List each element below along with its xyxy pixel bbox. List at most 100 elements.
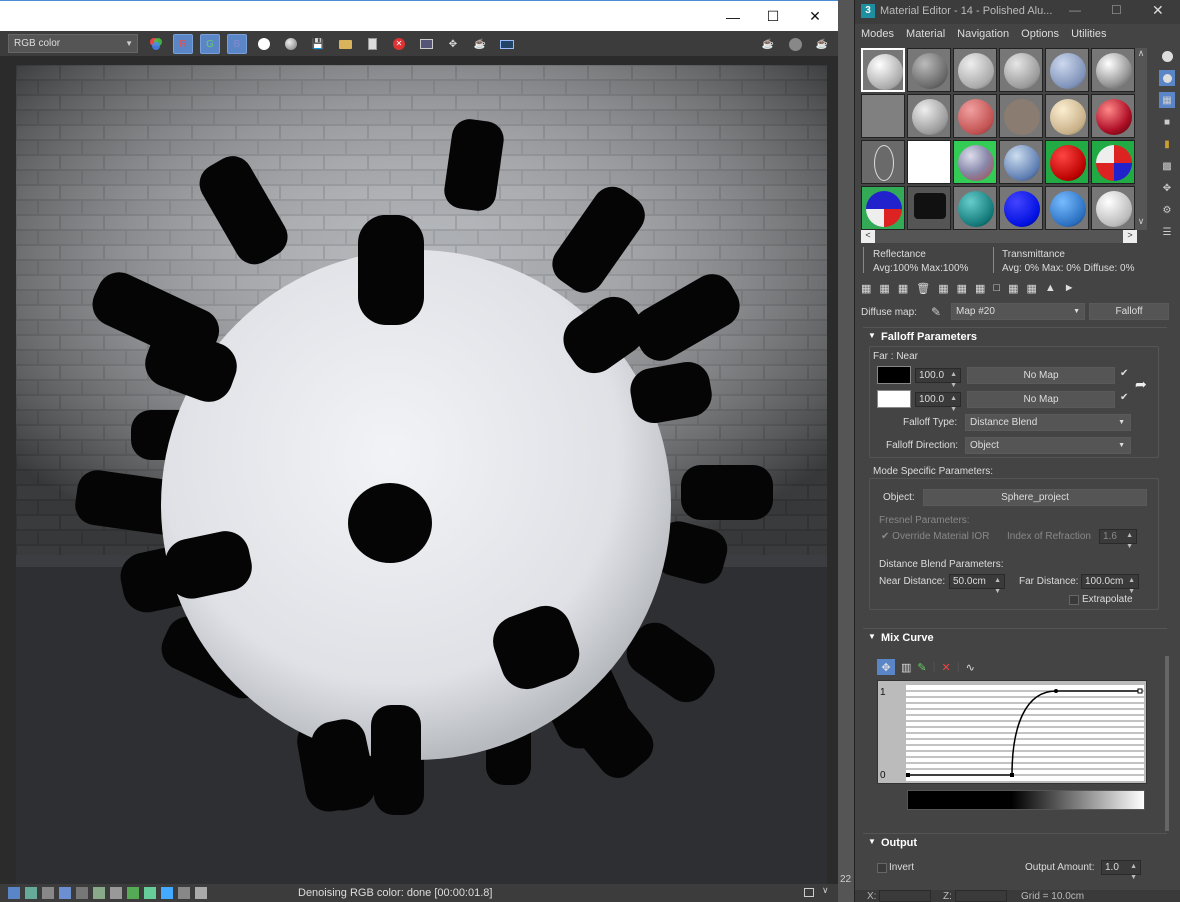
sample-slot[interactable]: [1091, 94, 1135, 138]
white-circle-icon[interactable]: [254, 34, 274, 54]
menu-utilities[interactable]: Utilities: [1065, 24, 1112, 44]
sample-slot[interactable]: [1045, 48, 1089, 92]
frame-buffer-icon[interactable]: [497, 34, 517, 54]
sample-slot[interactable]: [1091, 140, 1135, 184]
far-map-button[interactable]: No Map: [967, 367, 1115, 384]
chevron-left-icon[interactable]: <: [861, 230, 875, 243]
stats-icon[interactable]: [25, 887, 37, 899]
exposure-icon[interactable]: [127, 887, 139, 899]
show-map-icon[interactable]: ▦: [1008, 282, 1018, 295]
menu-navigation[interactable]: Navigation: [951, 24, 1015, 44]
blue-channel-button[interactable]: B: [227, 34, 247, 54]
ior-spinner[interactable]: 1.6 ▲ ▼: [1099, 529, 1137, 550]
preview-icon[interactable]: ▩: [1159, 158, 1175, 174]
move-point-icon[interactable]: ✥: [877, 659, 895, 675]
color-correct-icon[interactable]: [59, 887, 71, 899]
far-distance-spinner[interactable]: 100.0cm ▲ ▼: [1081, 574, 1139, 595]
chevron-down-icon[interactable]: ∨: [1135, 216, 1147, 228]
color-channels-icon[interactable]: [146, 34, 166, 54]
extrapolate-checkbox[interactable]: [1069, 595, 1079, 605]
unique-icon[interactable]: ▦: [957, 282, 967, 295]
video-check-icon[interactable]: ▮: [1159, 136, 1175, 152]
map-navigator-icon[interactable]: ☰: [1159, 224, 1175, 240]
sample-slot[interactable]: [999, 48, 1043, 92]
show-end-icon[interactable]: ▦: [1026, 282, 1036, 295]
near-map-check-icon[interactable]: ✔: [1120, 392, 1128, 403]
track-icon[interactable]: [178, 887, 190, 899]
far-amount-spinner[interactable]: 100.0 ▲ ▼: [915, 368, 961, 389]
menu-modes[interactable]: Modes: [855, 24, 900, 44]
z-coordinate-field[interactable]: [955, 890, 1007, 902]
maximize-button[interactable]: ☐: [1111, 3, 1122, 17]
output-amount-spinner[interactable]: 1.0 ▲ ▼: [1101, 860, 1141, 881]
layers-icon[interactable]: [8, 887, 20, 899]
sample-slot[interactable]: [953, 48, 997, 92]
sample-slot[interactable]: [999, 94, 1043, 138]
sample-slot[interactable]: [999, 186, 1043, 230]
maximize-button[interactable]: ☐: [750, 1, 796, 32]
clipboard-icon[interactable]: [362, 34, 382, 54]
chevron-right-icon[interactable]: >: [1123, 230, 1137, 243]
render-viewport[interactable]: [16, 65, 827, 884]
near-distance-spinner[interactable]: 50.0cm ▲ ▼: [949, 574, 1005, 595]
open-folder-icon[interactable]: [335, 34, 355, 54]
near-color-swatch[interactable]: [877, 390, 911, 408]
sample-type-icon[interactable]: [1159, 48, 1175, 64]
history-icon[interactable]: [42, 887, 54, 899]
rollout-scrollbar[interactable]: [1165, 656, 1169, 831]
sample-slot[interactable]: [1045, 94, 1089, 138]
sample-slot[interactable]: [1045, 186, 1089, 230]
teapot-icon[interactable]: ☕: [812, 34, 832, 54]
tiling-icon[interactable]: ■: [1159, 114, 1175, 130]
invert-checkbox[interactable]: [877, 863, 887, 873]
delete-icon[interactable]: 🗑: [916, 282, 930, 295]
green-channel-button[interactable]: G: [200, 34, 220, 54]
get-material-icon[interactable]: ▦: [861, 282, 871, 295]
levels-icon[interactable]: [76, 887, 88, 899]
go-parent-icon[interactable]: ▲: [1045, 282, 1056, 294]
go-sibling-icon[interactable]: ►: [1064, 282, 1075, 294]
sample-slot[interactable]: [1091, 186, 1135, 230]
slots-scrollbar[interactable]: ∧ ∨: [1135, 48, 1147, 230]
close-button[interactable]: ✕: [792, 1, 838, 32]
falloff-rollout-header[interactable]: ▼ Falloff Parameters: [863, 327, 1167, 345]
far-color-swatch[interactable]: [877, 366, 911, 384]
red-channel-button[interactable]: R: [173, 34, 193, 54]
minimize-button[interactable]: —: [1069, 3, 1081, 17]
menu-options[interactable]: Options: [1015, 24, 1065, 44]
stamp-icon[interactable]: [144, 887, 156, 899]
sample-slot[interactable]: [953, 186, 997, 230]
chevron-up-icon[interactable]: ∧: [1135, 48, 1147, 60]
mix-curve-rollout-header[interactable]: ▼ Mix Curve: [863, 628, 1167, 646]
sample-slot[interactable]: [953, 140, 997, 184]
backlight-icon[interactable]: [1159, 70, 1175, 86]
compare-icon[interactable]: [161, 887, 173, 899]
pixel-info-icon[interactable]: [195, 887, 207, 899]
scale-point-icon[interactable]: ▥: [901, 661, 911, 674]
sample-slot[interactable]: [861, 140, 905, 184]
select-by-material-icon[interactable]: ⚙: [1159, 202, 1175, 218]
region-render-icon[interactable]: [416, 34, 436, 54]
options-icon[interactable]: ✥: [1159, 180, 1175, 196]
sample-slot[interactable]: [1091, 48, 1135, 92]
save-icon[interactable]: 💾: [308, 34, 328, 54]
put-to-scene-icon[interactable]: ▦: [879, 282, 889, 295]
swap-colors-icon[interactable]: ➦: [1135, 376, 1149, 394]
assign-icon[interactable]: ▦: [898, 282, 908, 295]
output-rollout-header[interactable]: ▼ Output: [863, 833, 1167, 851]
falloff-direction-select[interactable]: Object ▼: [965, 437, 1131, 454]
sample-slot[interactable]: [1045, 140, 1089, 184]
curve-graph[interactable]: 1 0: [877, 680, 1147, 784]
slots-hscrollbar[interactable]: < >: [861, 230, 1137, 243]
material-id-icon[interactable]: □: [993, 282, 1000, 294]
crosshair-icon[interactable]: ✥: [443, 34, 463, 54]
teapot-render-icon[interactable]: ☕: [758, 34, 778, 54]
near-amount-spinner[interactable]: 100.0 ▲ ▼: [915, 392, 961, 413]
sample-slot[interactable]: [861, 186, 905, 230]
close-button[interactable]: ✕: [1152, 2, 1164, 19]
sample-slot[interactable]: [999, 140, 1043, 184]
sample-slot[interactable]: [907, 48, 951, 92]
mono-circle-icon[interactable]: [281, 34, 301, 54]
falloff-type-select[interactable]: Distance Blend ▼: [965, 414, 1131, 431]
sample-slot[interactable]: [861, 48, 905, 92]
